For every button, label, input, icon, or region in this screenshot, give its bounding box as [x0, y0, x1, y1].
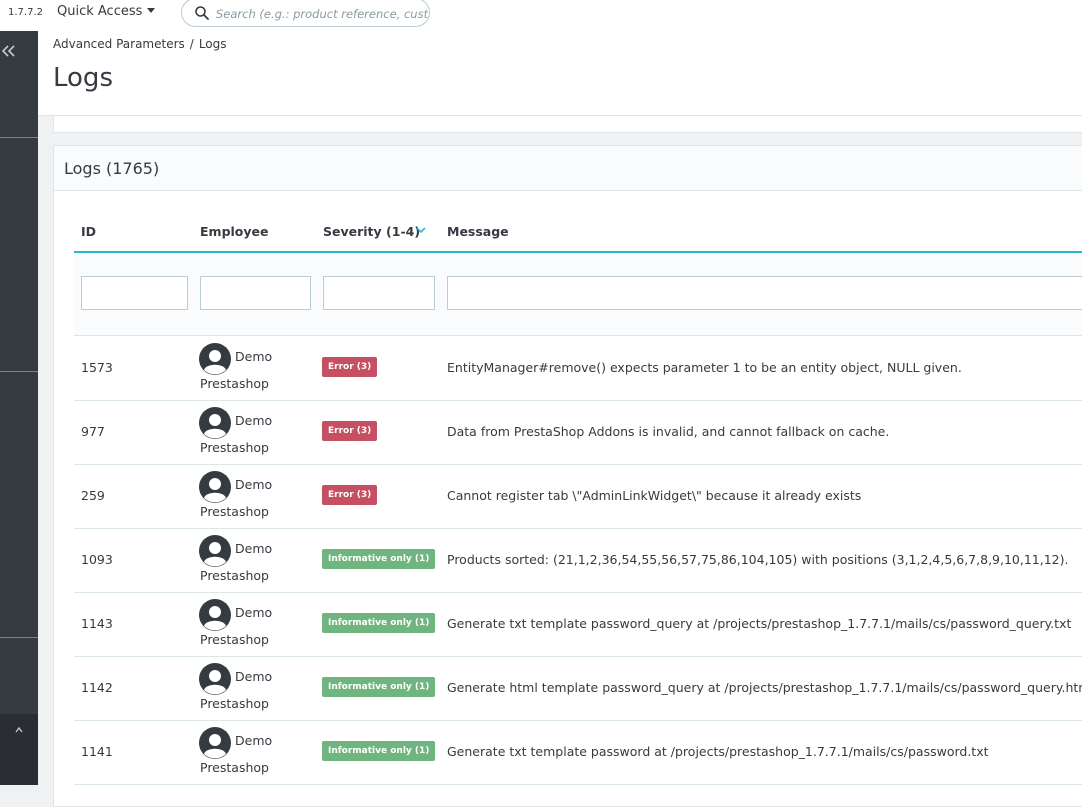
collapse-sidebar-icon[interactable]	[1, 42, 20, 60]
column-header-severity[interactable]: Severity (1-4)	[323, 224, 420, 239]
log-message: Products sorted: (21,1,2,36,54,55,56,57,…	[447, 552, 1069, 567]
breadcrumb: Advanced Parameters / Logs	[53, 37, 227, 51]
severity-badge: Informative only (1)	[322, 549, 436, 569]
page-title: Logs	[53, 63, 113, 93]
sort-desc-icon[interactable]	[416, 226, 426, 234]
card-title: Logs (1765)	[64, 159, 160, 178]
avatar-icon	[199, 535, 231, 567]
severity-badge: Informative only (1)	[322, 677, 436, 697]
log-id: 1093	[81, 552, 113, 567]
employee-first-name: Demo	[235, 413, 273, 428]
column-header-message[interactable]: Message	[447, 224, 509, 239]
quick-access-label: Quick Access	[57, 4, 143, 19]
employee-last-name: Prestashop	[200, 568, 269, 583]
table-row[interactable]: 1142 Demo Prestashop Informative only (1) Ge…	[74, 656, 1082, 721]
chevron-up-icon[interactable]	[15, 726, 23, 734]
log-id: 977	[81, 424, 105, 439]
search-icon[interactable]	[194, 5, 210, 21]
avatar-icon	[199, 407, 231, 439]
log-message: Generate html template password_query at…	[447, 680, 1082, 695]
filter-row	[74, 253, 1082, 336]
search-input[interactable]	[214, 3, 430, 25]
page-header: Advanced Parameters / Logs Logs	[38, 31, 1082, 116]
log-message: Generate txt template password_query at …	[447, 616, 1072, 631]
avatar-icon	[199, 727, 231, 759]
table-row[interactable]: 1573 Demo Prestashop Error (3) EntityManager…	[74, 336, 1082, 401]
caret-down-icon	[147, 8, 156, 13]
employee-first-name: Demo	[235, 605, 273, 620]
logs-card: Logs (1765) ID Employee Severity (1-4) M…	[53, 145, 1082, 807]
employee-last-name: Prestashop	[200, 440, 269, 455]
severity-badge: Error (3)	[322, 357, 378, 377]
log-id: 1142	[81, 680, 113, 695]
severity-badge: Informative only (1)	[322, 613, 436, 633]
avatar-icon	[199, 599, 231, 631]
avatar-icon	[199, 471, 231, 503]
version-label: 1.7.7.2	[8, 7, 43, 18]
avatar-icon	[199, 343, 231, 375]
severity-badge: Error (3)	[322, 485, 378, 505]
column-header-id[interactable]: ID	[81, 224, 96, 239]
severity-badge: Error (3)	[322, 421, 378, 441]
sidebar	[0, 31, 38, 785]
employee-last-name: Prestashop	[200, 696, 269, 711]
sidebar-footer	[0, 714, 38, 785]
log-id: 1573	[81, 360, 113, 375]
table-row[interactable]: 977 Demo Prestashop Error (3) Data from Pres…	[74, 400, 1082, 465]
employee-last-name: Prestashop	[200, 632, 269, 647]
search-box[interactable]	[181, 0, 430, 27]
filter-message-input[interactable]	[447, 276, 1082, 310]
filter-id-input[interactable]	[81, 276, 188, 310]
employee-last-name: Prestashop	[200, 376, 269, 391]
employee-first-name: Demo	[235, 733, 273, 748]
sidebar-divider	[0, 137, 38, 138]
employee-first-name: Demo	[235, 477, 273, 492]
sidebar-divider	[0, 371, 38, 372]
employee-last-name: Prestashop	[200, 504, 269, 519]
avatar-icon	[199, 663, 231, 695]
table-row[interactable]: 1141 Demo Prestashop Informative only (1) Ge…	[74, 720, 1082, 785]
filter-employee-input[interactable]	[200, 276, 311, 310]
log-message: Data from PrestaShop Addons is invalid, …	[447, 424, 890, 439]
table-row[interactable]: 1093 Demo Prestashop Informative only (1) Pr…	[74, 528, 1082, 593]
log-id: 259	[81, 488, 105, 503]
severity-badge: Informative only (1)	[322, 741, 436, 761]
collapsed-panel	[53, 116, 1082, 133]
table-row[interactable]: 1143 Demo Prestashop Informative only (1) Ge…	[74, 592, 1082, 657]
card-header: Logs (1765)	[54, 146, 1082, 191]
top-bar: 1.7.7.2 Quick Access	[0, 0, 1082, 31]
log-id: 1143	[81, 616, 113, 631]
breadcrumb-current[interactable]: Logs	[199, 37, 227, 51]
table-row[interactable]: 259 Demo Prestashop Error (3) Cannot registe…	[74, 464, 1082, 529]
employee-first-name: Demo	[235, 541, 273, 556]
breadcrumb-separator: /	[189, 37, 194, 51]
employee-last-name: Prestashop	[200, 760, 269, 775]
double-chevron-left-icon	[1, 45, 15, 57]
quick-access-dropdown[interactable]: Quick Access	[57, 4, 156, 19]
employee-first-name: Demo	[235, 669, 273, 684]
sidebar-divider	[0, 637, 38, 638]
column-header-employee[interactable]: Employee	[200, 224, 269, 239]
log-message: EntityManager#remove() expects parameter…	[447, 360, 962, 375]
breadcrumb-parent-link[interactable]: Advanced Parameters	[53, 37, 185, 51]
log-message: Generate txt template password at /proje…	[447, 744, 989, 759]
log-message: Cannot register tab \"AdminLinkWidget\" …	[447, 488, 862, 503]
employee-first-name: Demo	[235, 349, 273, 364]
filter-severity-input[interactable]	[323, 276, 435, 310]
log-id: 1141	[81, 744, 113, 759]
